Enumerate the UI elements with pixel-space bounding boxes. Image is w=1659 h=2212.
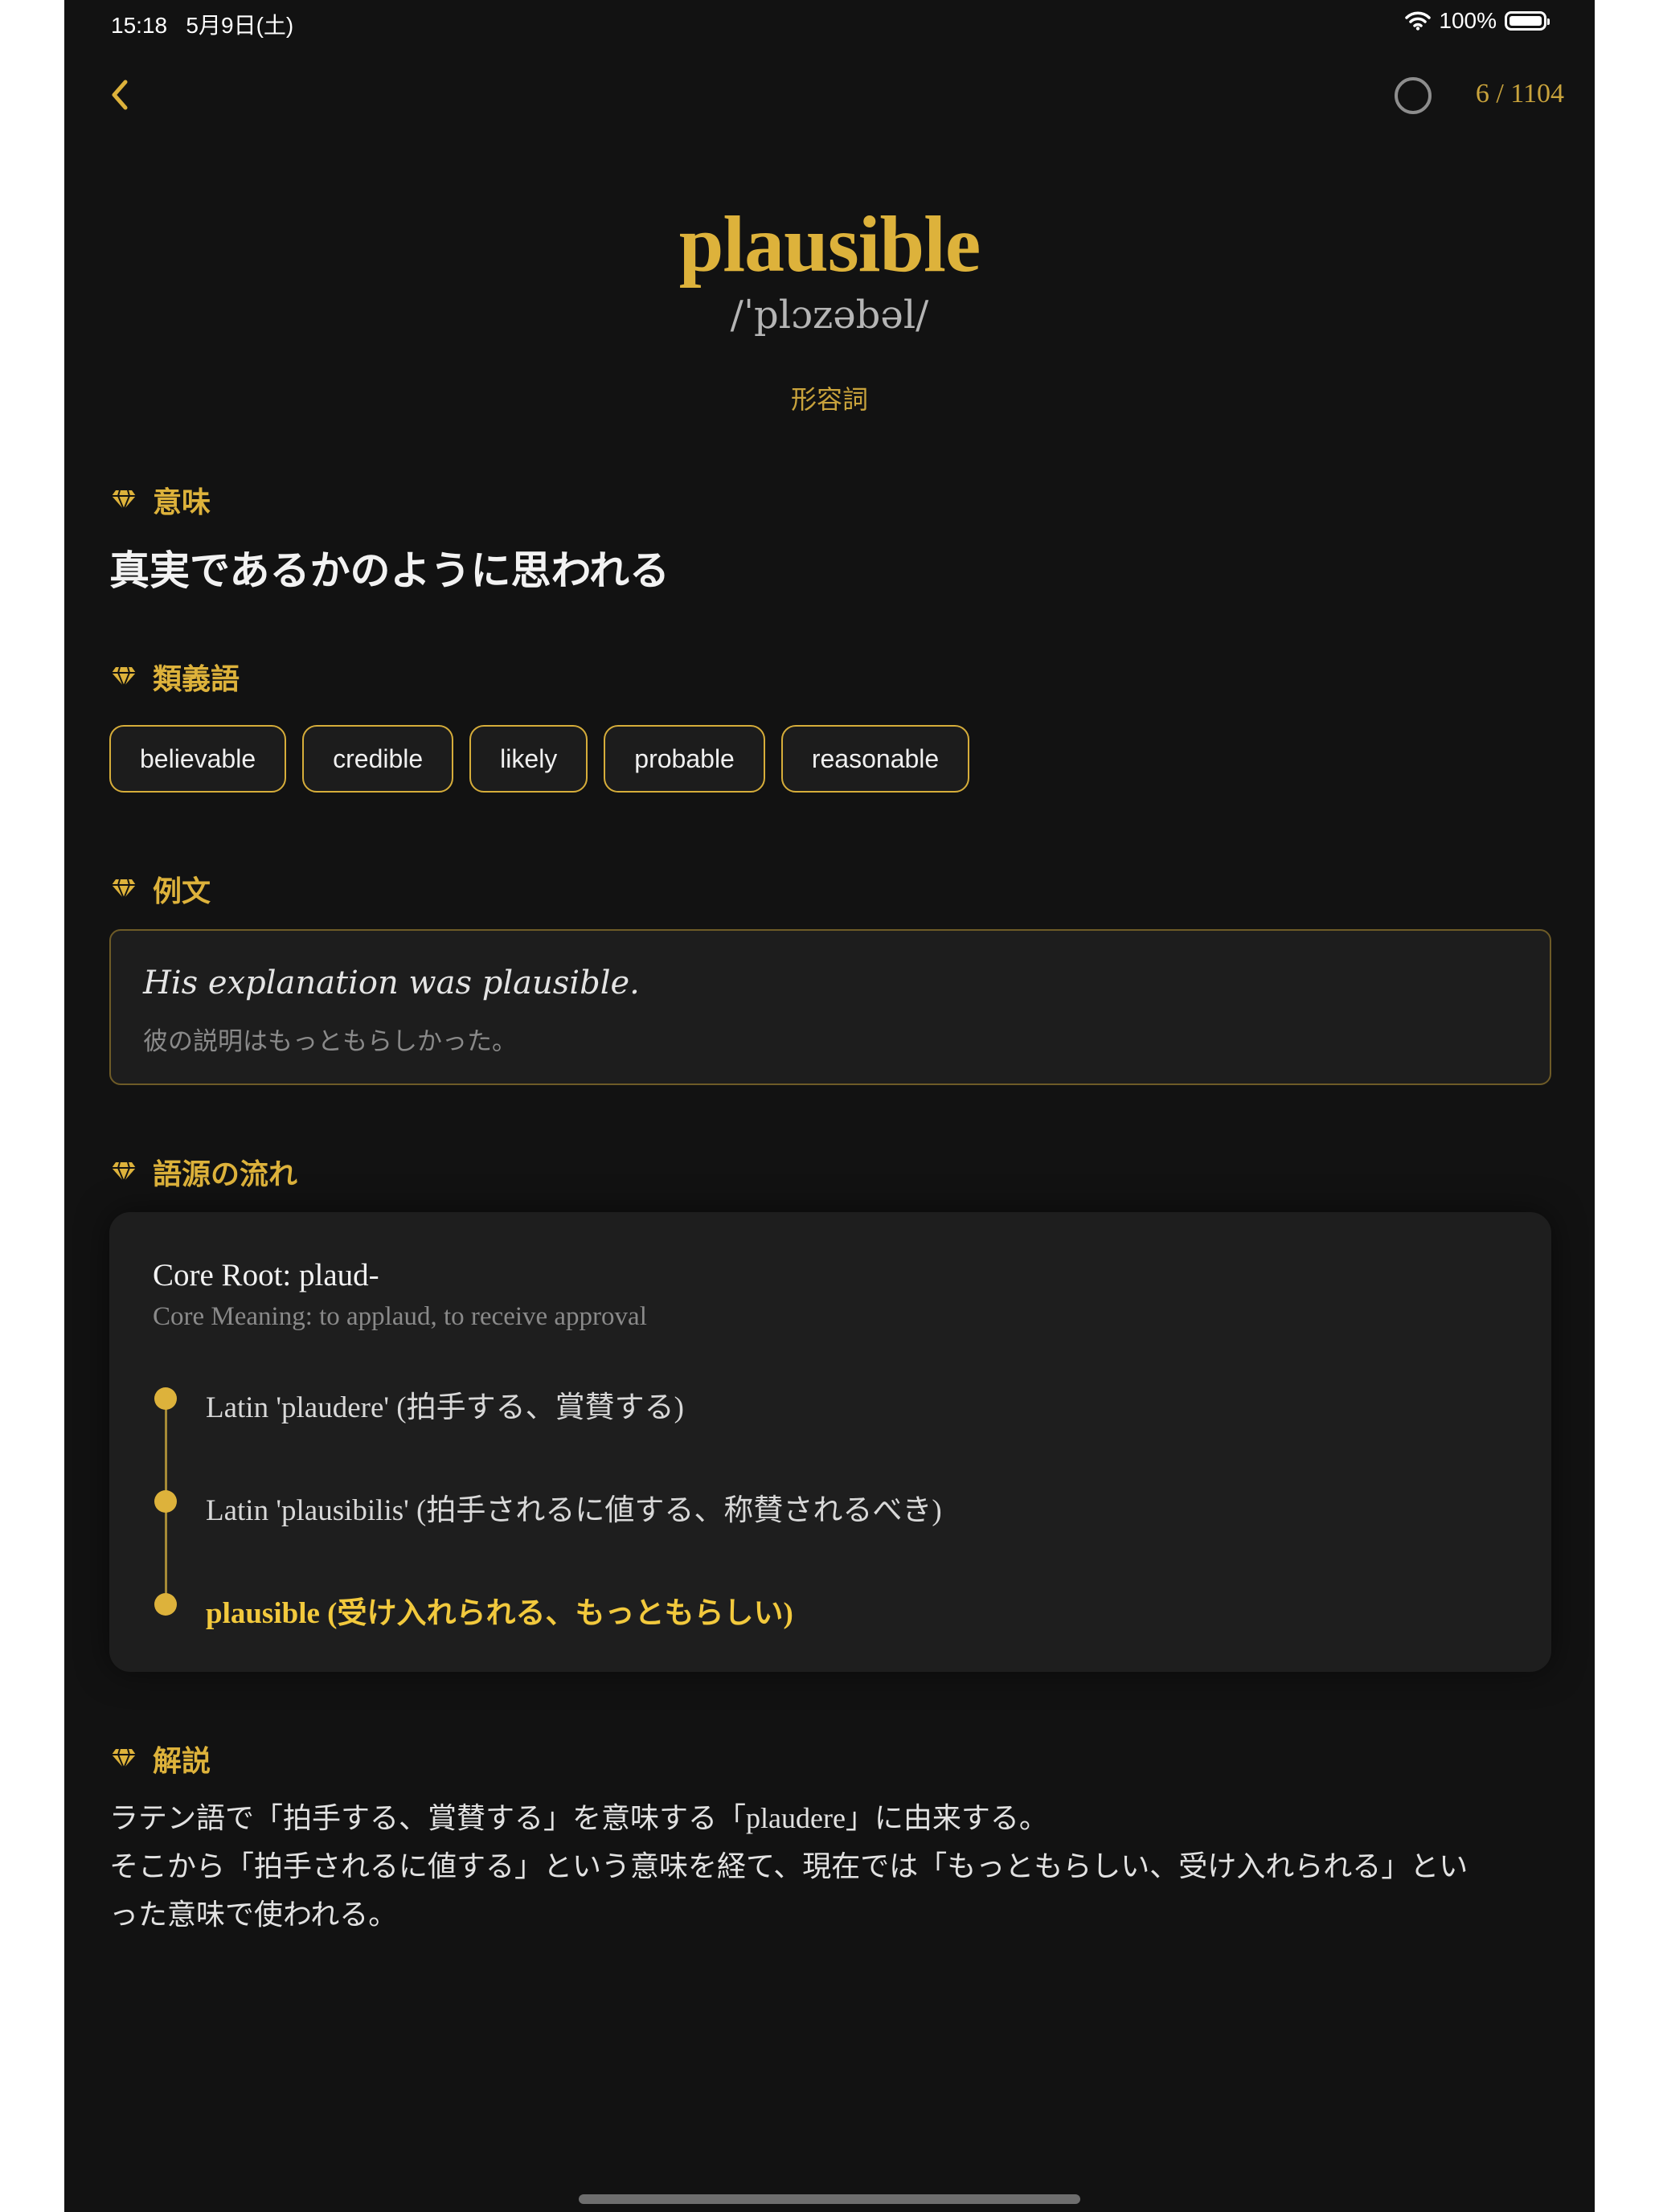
- diamond-icon: [112, 1161, 136, 1182]
- example-box: His explanation was plausible. 彼の説明はもっとも…: [109, 929, 1551, 1085]
- meaning-text: 真実であるかのように思われる: [109, 547, 670, 594]
- synonym-chip[interactable]: likely: [469, 725, 588, 793]
- phonetic: /ˈplɔzəbəl/: [730, 293, 929, 338]
- timeline-dot: [154, 1490, 177, 1513]
- explanation-line: ラテン語で「拍手する、賞賛する」を意味する「plaudere」に由来する。: [109, 1802, 1048, 1834]
- status-date: 5月9日(土): [186, 13, 294, 38]
- example-japanese: 彼の説明はもっともらしかった。: [143, 1027, 517, 1056]
- section-header-explanation: 解説: [111, 1738, 211, 1780]
- core-root: Core Root: plaud-: [153, 1258, 379, 1292]
- section-title-etymology: 語源の流れ: [153, 1157, 298, 1191]
- status-clock: 15:18: [111, 13, 168, 38]
- circle-icon[interactable]: [1395, 77, 1432, 114]
- chevron-left-icon: [112, 80, 128, 110]
- status-time: 15:18 5月9日(土): [111, 8, 293, 40]
- synonym-chip[interactable]: credible: [302, 725, 454, 793]
- battery-percent: 100%: [1439, 8, 1497, 33]
- word-title: plausible: [678, 199, 981, 289]
- synonym-chip[interactable]: reasonable: [780, 725, 970, 793]
- diamond-icon: [112, 879, 136, 899]
- timeline-step: Latin 'plaudere' (拍手する、賞賛する): [206, 1391, 684, 1424]
- timeline-dot: [154, 1387, 177, 1410]
- section-header-meaning: 意味: [111, 479, 211, 521]
- section-title-meaning: 意味: [153, 485, 211, 519]
- battery-fill: [1509, 16, 1542, 26]
- explanation-line: った意味で使われる。: [109, 1899, 398, 1931]
- synonym-chip[interactable]: probable: [604, 725, 765, 793]
- section-title-example: 例文: [153, 875, 211, 908]
- section-title-explanation: 解説: [153, 1744, 211, 1778]
- wifi-icon: [1405, 11, 1432, 31]
- diamond-icon: [112, 1748, 136, 1769]
- status-indicators: 100%: [1405, 8, 1550, 34]
- card-counter: 6 / 1104: [1475, 79, 1564, 109]
- synonym-chip[interactable]: believable: [109, 725, 287, 793]
- timeline-step-final: plausible (受け入れられる、もっともらしい): [206, 1597, 793, 1630]
- etymology-card: Core Root: plaud- Core Meaning: to appla…: [109, 1212, 1551, 1672]
- section-header-example: 例文: [111, 868, 211, 910]
- section-title-synonyms: 類義語: [153, 662, 240, 696]
- timeline-dot: [154, 1593, 177, 1616]
- app-screen: 15:18 5月9日(土) 100% 6 / 1104 plausible /ˈ…: [64, 0, 1595, 2212]
- synonym-chips: believable credible likely probable reas…: [109, 725, 970, 793]
- status-bar: 15:18 5月9日(土) 100%: [64, 0, 1595, 45]
- back-button[interactable]: [96, 71, 145, 119]
- core-meaning: Core Meaning: to applaud, to receive app…: [153, 1302, 647, 1331]
- section-header-etymology: 語源の流れ: [111, 1151, 297, 1193]
- explanation-line: そこから「拍手されるに値する」という意味を経て、現在では「もっともらしい、受け入…: [109, 1850, 1469, 1882]
- timeline-step: Latin 'plausibilis' (拍手されるに値する、称賛されるべき): [206, 1494, 942, 1527]
- diamond-icon: [112, 490, 136, 510]
- part-of-speech: 形容詞: [790, 384, 868, 415]
- explanation-text: ラテン語で「拍手する、賞賛する」を意味する「plaudere」に由来する。 そこ…: [109, 1794, 1572, 1939]
- battery-icon: [1505, 11, 1550, 31]
- home-indicator[interactable]: [579, 2194, 1080, 2204]
- example-english: His explanation was plausible.: [143, 965, 640, 1002]
- section-header-synonyms: 類義語: [111, 656, 240, 698]
- diamond-icon: [112, 666, 136, 687]
